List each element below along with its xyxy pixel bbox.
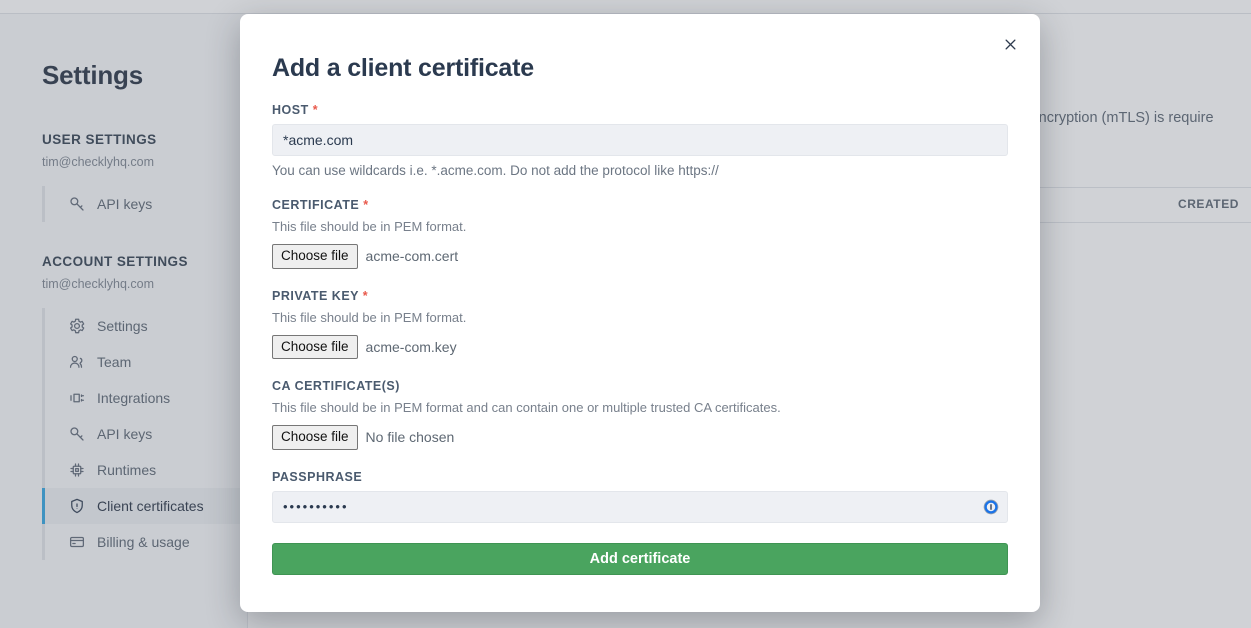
required-marker: * — [363, 289, 368, 303]
add-client-certificate-modal: Add a client certificate HOST * You can … — [240, 14, 1040, 612]
info-circle-icon[interactable] — [983, 499, 999, 515]
ca-certificates-helper: This file should be in PEM format and ca… — [272, 400, 1008, 415]
certificate-label: CERTIFICATE * — [272, 198, 1008, 212]
passphrase-label-text: PASSPHRASE — [272, 470, 362, 484]
ca-certificates-label-text: CA CERTIFICATE(S) — [272, 379, 400, 393]
modal-body: Add a client certificate HOST * You can … — [272, 14, 1008, 575]
certificate-file-row: Choose file acme-com.cert — [272, 244, 1008, 269]
ca-certificates-choose-file-button[interactable]: Choose file — [272, 425, 358, 450]
add-certificate-button[interactable]: Add certificate — [272, 543, 1008, 575]
required-marker: * — [363, 198, 368, 212]
ca-certificates-file-name: No file chosen — [366, 429, 455, 445]
private-key-file-name: acme-com.key — [366, 339, 457, 355]
host-label-text: HOST — [272, 103, 309, 117]
passphrase-label: PASSPHRASE — [272, 470, 1008, 484]
host-label: HOST * — [272, 103, 1008, 117]
host-input[interactable] — [272, 124, 1008, 156]
private-key-helper: This file should be in PEM format. — [272, 310, 1008, 325]
modal-title: Add a client certificate — [272, 14, 1008, 83]
certificate-choose-file-button[interactable]: Choose file — [272, 244, 358, 269]
ca-certificates-label: CA CERTIFICATE(S) — [272, 379, 1008, 393]
private-key-label-text: PRIVATE KEY — [272, 289, 359, 303]
certificate-helper: This file should be in PEM format. — [272, 219, 1008, 234]
ca-certificates-file-row: Choose file No file chosen — [272, 425, 1008, 450]
private-key-file-row: Choose file acme-com.key — [272, 335, 1008, 360]
passphrase-input[interactable] — [272, 491, 1008, 523]
private-key-choose-file-button[interactable]: Choose file — [272, 335, 358, 360]
host-hint: You can use wildcards i.e. *.acme.com. D… — [272, 163, 1008, 178]
private-key-label: PRIVATE KEY * — [272, 289, 1008, 303]
passphrase-field-wrapper — [272, 491, 1008, 523]
certificate-file-name: acme-com.cert — [366, 248, 459, 264]
required-marker: * — [313, 103, 318, 117]
certificate-label-text: CERTIFICATE — [272, 198, 359, 212]
